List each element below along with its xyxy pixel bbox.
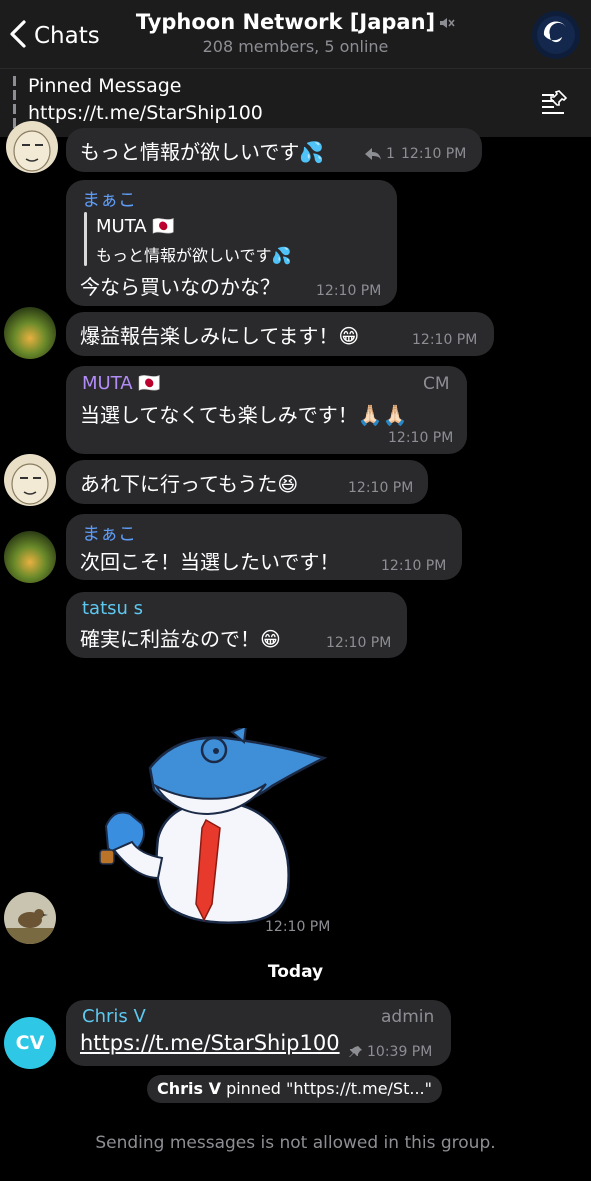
group-avatar[interactable] xyxy=(532,11,580,59)
admin-avatar[interactable]: CV xyxy=(4,1017,56,1069)
sticker-time: 12:10 PM xyxy=(265,919,331,935)
pinned-list-icon[interactable] xyxy=(540,89,570,119)
avatar[interactable] xyxy=(4,892,56,944)
avatar[interactable] xyxy=(4,454,56,506)
reply-icon xyxy=(364,146,382,165)
service-text: pinned "https://t.me/St..." xyxy=(220,1079,432,1098)
input-disabled-notice: Sending messages is not allowed in this … xyxy=(95,1133,496,1153)
pin-icon xyxy=(349,1044,363,1063)
sender-name[interactable]: MUTA 🇯🇵 xyxy=(82,373,161,394)
message-time: 12:10 PM xyxy=(381,558,447,574)
message-time: 12:10 PM xyxy=(326,635,392,651)
service-actor: Chris V xyxy=(157,1079,221,1098)
muted-icon xyxy=(439,11,455,35)
avatar[interactable] xyxy=(4,307,56,359)
back-label: Chats xyxy=(34,23,100,49)
message-text: 当選してなくても楽しみです！🙏🏻🙏🏻 xyxy=(80,403,408,427)
chat-title-area[interactable]: Typhoon Network [Japan] 208 members, 5 o… xyxy=(120,10,471,56)
message-time: 12:10 PM xyxy=(316,283,382,299)
sender-name[interactable]: tatsu s xyxy=(82,598,143,619)
typhoon-logo-icon xyxy=(537,16,575,54)
avatar[interactable] xyxy=(4,531,56,583)
message-text: 確実に利益なので！😁 xyxy=(80,627,281,651)
sender-name[interactable]: まぁこ xyxy=(82,186,136,212)
quote-text: もっと情報が欲しいです💦 xyxy=(96,246,292,265)
message-text: あれ下に行ってもうた😆 xyxy=(80,472,299,496)
sender-role: admin xyxy=(381,1007,435,1027)
message-time: 12:10 PM xyxy=(401,146,467,162)
message-time: 12:10 PM xyxy=(348,480,414,496)
pinned-label: Pinned Message xyxy=(28,75,182,97)
message-link[interactable]: https://t.me/StarShip100 xyxy=(80,1031,340,1055)
message-text: 今なら買いなのかな？ xyxy=(80,275,280,299)
service-message: Chris V pinned "https://t.me/St..." xyxy=(147,1075,442,1103)
avatar[interactable] xyxy=(6,121,58,173)
sender-name[interactable]: Chris V xyxy=(82,1006,146,1027)
chat-subtitle: 208 members, 5 online xyxy=(202,37,389,56)
quote-author: MUTA 🇯🇵 xyxy=(96,216,175,237)
back-button[interactable]: Chats xyxy=(8,18,100,54)
date-separator: Today xyxy=(267,962,324,982)
reply-count: 1 xyxy=(386,146,395,162)
message-time: 10:39 PM xyxy=(367,1044,433,1060)
message-time: 12:10 PM xyxy=(412,332,478,348)
chat-title: Typhoon Network [Japan] xyxy=(135,10,436,34)
message-text: 次回こそ！当選したいです！ xyxy=(80,550,340,574)
message-text: 爆益報告楽しみにしてます！😁 xyxy=(80,324,360,348)
quote-bar xyxy=(84,212,87,266)
sender-name[interactable]: まぁこ xyxy=(82,520,136,546)
shark-sticker[interactable] xyxy=(96,724,328,928)
chevron-left-icon xyxy=(8,19,28,53)
pinned-text: https://t.me/StarShip100 xyxy=(28,102,263,124)
pinned-indicator xyxy=(13,76,16,128)
message-text: もっと情報が欲しいです💦 xyxy=(80,140,325,164)
message-time: 12:10 PM xyxy=(388,430,454,446)
sender-role: CM xyxy=(423,374,450,394)
